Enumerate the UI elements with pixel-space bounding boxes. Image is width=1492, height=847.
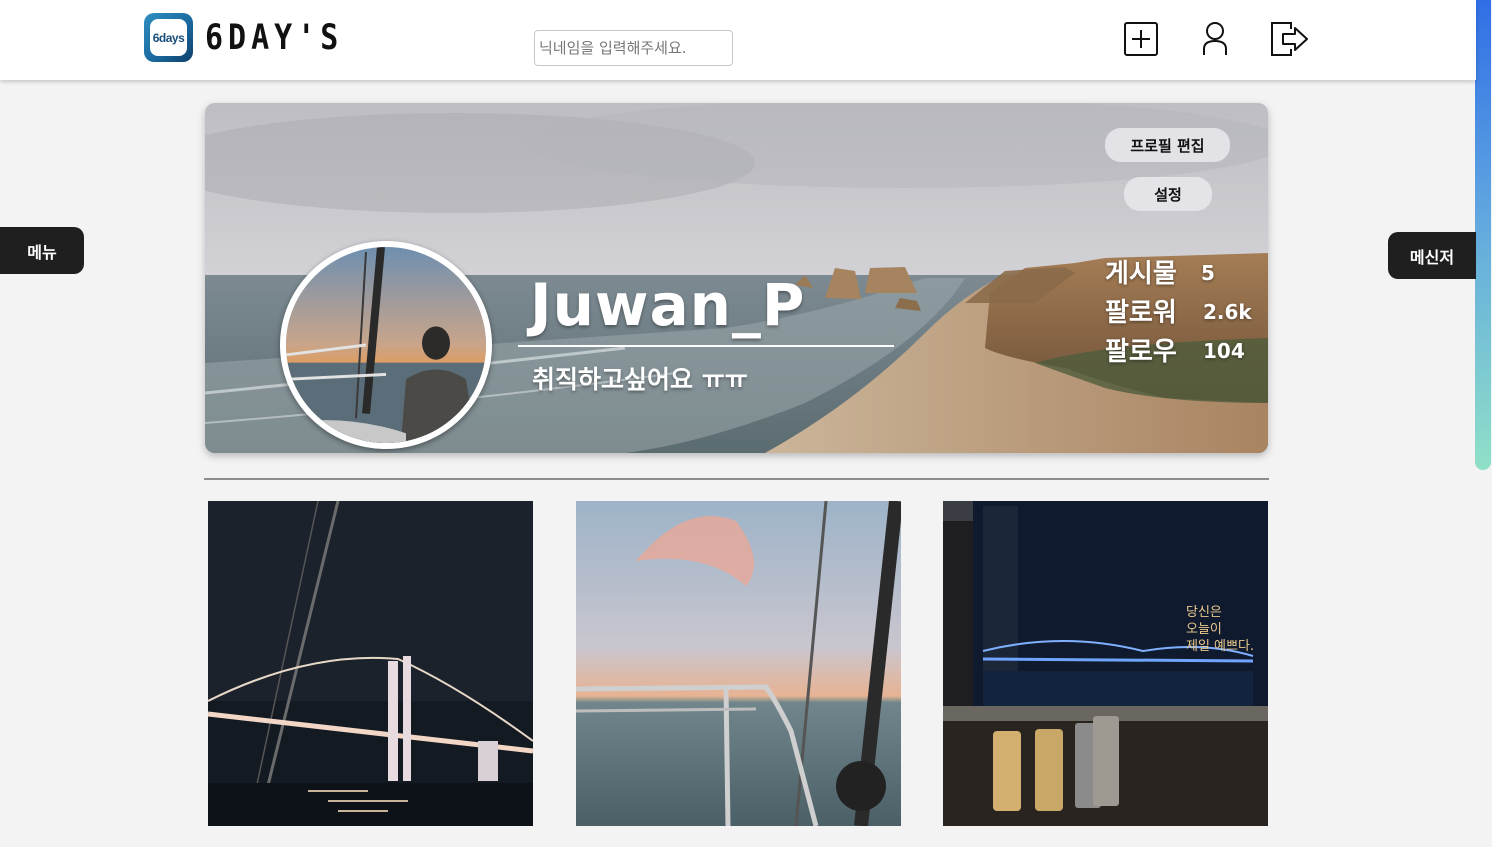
logout-button[interactable] xyxy=(1269,19,1309,59)
window-overlay-text: 당신은 오늘이 제일 예쁘다. xyxy=(1186,605,1255,654)
profile-button[interactable] xyxy=(1195,19,1235,59)
scrollbar-thumb[interactable] xyxy=(1475,0,1491,470)
following-count-value[interactable]: 104 xyxy=(1203,339,1245,363)
profile-banner: 프로필 편집 설정 Juwan_P 취직하고싶어요 ㅠㅠ 게시물 5 팔로워 2… xyxy=(205,103,1268,453)
username-underline xyxy=(518,345,894,347)
posts-count-value: 5 xyxy=(1201,261,1215,285)
posts-count-label: 게시물 xyxy=(1105,259,1177,289)
sailing-sunset-image xyxy=(576,501,901,826)
followers-count-label[interactable]: 팔로워 xyxy=(1105,292,1177,329)
edit-profile-button[interactable]: 프로필 편집 xyxy=(1105,128,1230,162)
post-thumbnail-1[interactable] xyxy=(208,501,533,826)
nickname-search-input[interactable] xyxy=(534,30,733,66)
profile-username: Juwan_P xyxy=(530,271,806,339)
logout-icon xyxy=(1271,22,1308,56)
avatar-image xyxy=(286,247,486,443)
window-night-view-image xyxy=(943,501,1268,826)
logo-badge-text: 6days xyxy=(152,30,185,45)
top-header: 6days 6DAY'S xyxy=(0,0,1476,80)
add-post-button[interactable] xyxy=(1121,19,1161,59)
post-thumbnail-3[interactable]: 당신은 오늘이 제일 예쁘다. xyxy=(943,501,1268,826)
messenger-tab[interactable]: 메신저 xyxy=(1388,232,1476,279)
following-count-label[interactable]: 팔로우 xyxy=(1105,331,1177,368)
user-icon xyxy=(1203,22,1227,55)
post-thumbnail-2[interactable] xyxy=(576,501,901,826)
profile-bio: 취직하고싶어요 ㅠㅠ xyxy=(532,365,748,394)
followers-count-value[interactable]: 2.6k xyxy=(1203,300,1252,324)
settings-button[interactable]: 설정 xyxy=(1124,177,1212,211)
section-divider xyxy=(204,478,1269,480)
add-post-icon xyxy=(1124,22,1158,56)
menu-tab[interactable]: 메뉴 xyxy=(0,227,84,274)
night-bridge-image xyxy=(208,501,533,826)
logo-wordmark[interactable]: 6DAY'S xyxy=(205,18,343,58)
logo-badge[interactable]: 6days xyxy=(144,13,193,62)
profile-avatar[interactable] xyxy=(280,241,492,449)
